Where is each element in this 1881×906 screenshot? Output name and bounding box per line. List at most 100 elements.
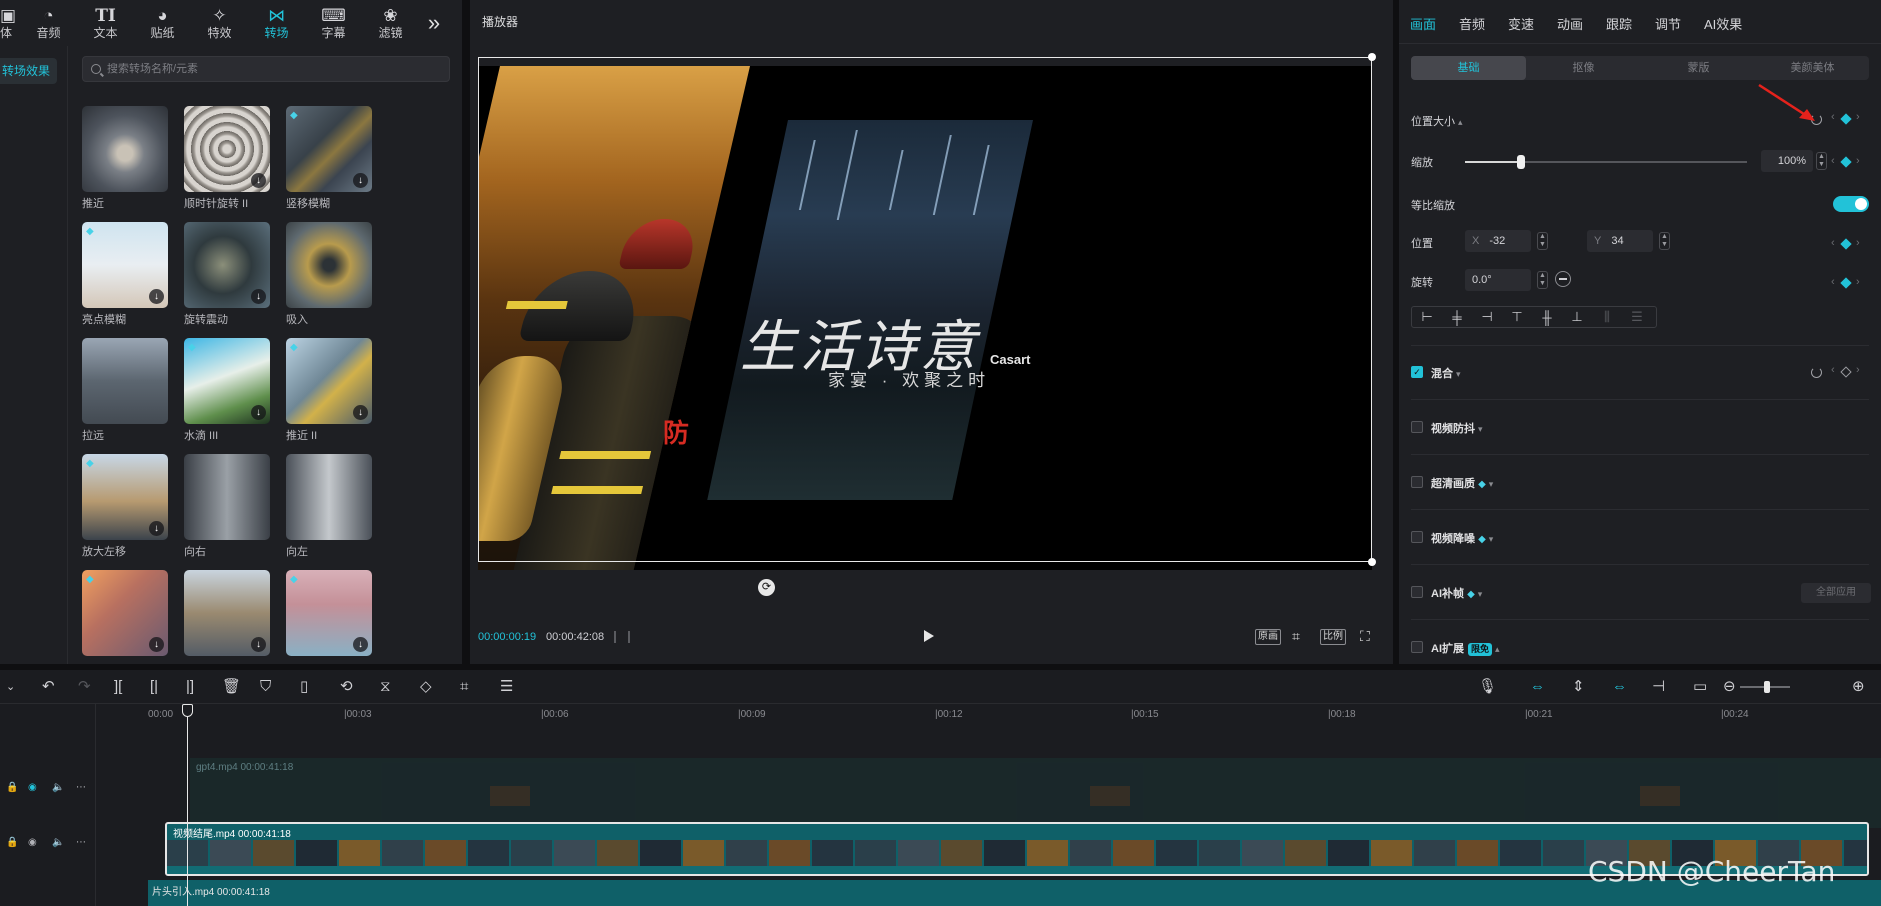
align-left-icon[interactable]: ⊢ bbox=[1412, 307, 1442, 327]
next-keyframe-icon[interactable]: › bbox=[1856, 364, 1860, 376]
tab-tracking[interactable]: 跟踪 bbox=[1606, 14, 1632, 33]
effect-thumbnail[interactable]: ↓ bbox=[184, 106, 270, 192]
effect-thumbnail[interactable]: ◆ ↓ bbox=[82, 570, 168, 656]
hd-section[interactable]: 超清画质 ◆ ▾ bbox=[1431, 475, 1493, 491]
align-bottom-icon[interactable]: ⊥ bbox=[1562, 307, 1592, 327]
distribute-v-icon[interactable]: ☰ bbox=[1622, 307, 1652, 327]
chevron-down-icon[interactable]: ⌄ bbox=[6, 679, 15, 695]
split-right-icon[interactable]: |] bbox=[186, 679, 194, 695]
toolbar-filter[interactable]: ❀ 滤镜 bbox=[362, 0, 419, 46]
rotation-stepper[interactable]: ▲ ▼ bbox=[1537, 271, 1548, 289]
effect-card[interactable]: ↓ 旋转震动 bbox=[184, 222, 270, 328]
next-keyframe-icon[interactable]: › bbox=[1856, 155, 1860, 167]
freeze-icon[interactable]: ▯ bbox=[300, 679, 308, 695]
ai-frame-section[interactable]: AI补帧 ◆ ▾ bbox=[1431, 585, 1482, 601]
undo-icon[interactable]: ↶ bbox=[42, 679, 55, 695]
download-icon[interactable]: ↓ bbox=[149, 289, 164, 304]
tab-picture[interactable]: 画面 bbox=[1410, 14, 1436, 33]
timecode-grid-icon[interactable] bbox=[614, 631, 630, 643]
position-y-stepper[interactable]: ▲ ▼ bbox=[1659, 232, 1670, 250]
delete-icon[interactable]: 🗑 bbox=[222, 679, 241, 695]
ai-expand-checkbox[interactable] bbox=[1411, 641, 1423, 653]
effect-thumbnail[interactable] bbox=[184, 454, 270, 540]
speaker-icon[interactable]: 🔈 bbox=[52, 837, 64, 848]
next-keyframe-icon[interactable]: › bbox=[1856, 237, 1860, 249]
tab-ai-effects[interactable]: AI效果 bbox=[1704, 14, 1742, 33]
search-input[interactable] bbox=[107, 63, 427, 75]
split-left-icon[interactable]: [| bbox=[150, 679, 158, 695]
resize-handle[interactable] bbox=[1368, 53, 1376, 61]
download-icon[interactable]: ↓ bbox=[353, 405, 368, 420]
effect-card[interactable]: ◆ ↓ 推近 II bbox=[286, 338, 372, 444]
prev-keyframe-icon[interactable]: ‹ bbox=[1831, 237, 1835, 249]
crop-icon[interactable]: ⌗ bbox=[460, 679, 468, 695]
effect-card[interactable]: ↓ 顺时针旋转 II bbox=[184, 106, 270, 212]
subtab-basic[interactable]: 基础 bbox=[1411, 56, 1526, 80]
effect-card[interactable]: 吸入 bbox=[286, 222, 372, 328]
effect-card[interactable]: ◆ ↓ 放大左移 bbox=[82, 454, 168, 560]
scale-input[interactable]: 100% bbox=[1761, 150, 1813, 172]
toolbar-caption[interactable]: ⌨ 字幕 bbox=[305, 0, 362, 46]
more-icon[interactable]: ⋯ bbox=[76, 837, 86, 848]
toolbar-audio[interactable]: ◔ 音频 bbox=[20, 0, 77, 46]
effect-card[interactable]: ◆ ↓ bbox=[82, 570, 168, 662]
lock-icon[interactable]: 🔒 bbox=[6, 837, 18, 848]
snap-icon[interactable]: ⇕ bbox=[1572, 679, 1585, 695]
distribute-h-icon[interactable]: ⫼ bbox=[1592, 307, 1622, 327]
effect-thumbnail[interactable]: ◆ ↓ bbox=[286, 570, 372, 656]
edit-icon[interactable]: ☰ bbox=[500, 679, 513, 695]
rotation-input[interactable]: 0.0° bbox=[1465, 269, 1531, 291]
toolbar-sticker[interactable]: ◕ 贴纸 bbox=[134, 0, 191, 46]
effect-card[interactable]: 拉远 bbox=[82, 338, 168, 444]
stabilize-checkbox[interactable] bbox=[1411, 421, 1423, 433]
blend-checkbox[interactable]: ✓ bbox=[1411, 366, 1423, 378]
zoom-in-icon[interactable]: ⊕ bbox=[1852, 679, 1865, 695]
zoom-slider-knob[interactable] bbox=[1764, 681, 1770, 693]
tab-audio[interactable]: 音频 bbox=[1459, 14, 1485, 33]
effect-thumbnail[interactable] bbox=[82, 338, 168, 424]
microphone-icon[interactable]: 🎙 bbox=[1478, 679, 1497, 695]
reverse-icon[interactable]: ⟲ bbox=[340, 679, 353, 695]
effect-thumbnail[interactable]: ◆ ↓ bbox=[286, 106, 372, 192]
play-icon[interactable] bbox=[924, 630, 934, 642]
effect-card[interactable]: ◆ ↓ bbox=[286, 570, 372, 662]
toolbar-transition[interactable]: ⋈ 转场 bbox=[248, 0, 305, 46]
effect-card[interactable]: ◆ ↓ 竖移模糊 bbox=[286, 106, 372, 212]
ratio-button[interactable]: 比例 bbox=[1320, 629, 1346, 645]
download-icon[interactable]: ↓ bbox=[353, 637, 368, 652]
uniform-scale-toggle[interactable] bbox=[1833, 196, 1869, 212]
effect-card[interactable]: ◆ ↓ 亮点模糊 bbox=[82, 222, 168, 328]
zoom-out-icon[interactable]: ⊖ bbox=[1723, 679, 1736, 695]
download-icon[interactable]: ↓ bbox=[149, 521, 164, 536]
preview-axis-icon[interactable]: ⊣ bbox=[1652, 679, 1665, 695]
subtab-beauty[interactable]: 美颜美体 bbox=[1756, 56, 1869, 80]
link-icon[interactable]: ⇔ bbox=[1612, 679, 1627, 695]
download-icon[interactable]: ↓ bbox=[251, 173, 266, 188]
effect-card[interactable]: 向左 bbox=[286, 454, 372, 560]
keyframe-icon[interactable] bbox=[1840, 113, 1852, 125]
effect-thumbnail[interactable]: ◆ ↓ bbox=[286, 338, 372, 424]
effect-thumbnail[interactable]: ◆ ↓ bbox=[82, 454, 168, 540]
position-size-header[interactable]: 位置大小 ▴ bbox=[1411, 113, 1463, 129]
ai-frame-checkbox[interactable] bbox=[1411, 586, 1423, 598]
tab-speed[interactable]: 变速 bbox=[1508, 14, 1534, 33]
prev-keyframe-icon[interactable]: ‹ bbox=[1831, 364, 1835, 376]
align-top-icon[interactable]: ⊤ bbox=[1502, 307, 1532, 327]
split-icon[interactable]: ][ bbox=[114, 679, 122, 695]
clip-overlay-track[interactable] bbox=[190, 758, 1881, 828]
download-icon[interactable]: ↓ bbox=[251, 405, 266, 420]
selection-box[interactable] bbox=[478, 53, 1376, 566]
playhead-handle[interactable] bbox=[182, 704, 193, 717]
effect-thumbnail[interactable] bbox=[82, 106, 168, 192]
position-x-stepper[interactable]: ▲ ▼ bbox=[1537, 232, 1548, 250]
screen-icon[interactable]: ▭ bbox=[1693, 679, 1707, 695]
download-icon[interactable]: ↓ bbox=[251, 637, 266, 652]
effect-thumbnail[interactable]: ↓ bbox=[184, 222, 270, 308]
next-keyframe-icon[interactable]: › bbox=[1856, 111, 1860, 123]
effect-card[interactable]: ↓ bbox=[184, 570, 270, 662]
original-quality-button[interactable]: 原画 bbox=[1255, 629, 1281, 645]
apply-all-button[interactable]: 全部应用 bbox=[1801, 583, 1871, 603]
effect-thumbnail[interactable]: ◆ ↓ bbox=[184, 338, 270, 424]
effect-thumbnail[interactable] bbox=[286, 222, 372, 308]
position-y-input[interactable]: Y 34 bbox=[1587, 230, 1653, 252]
